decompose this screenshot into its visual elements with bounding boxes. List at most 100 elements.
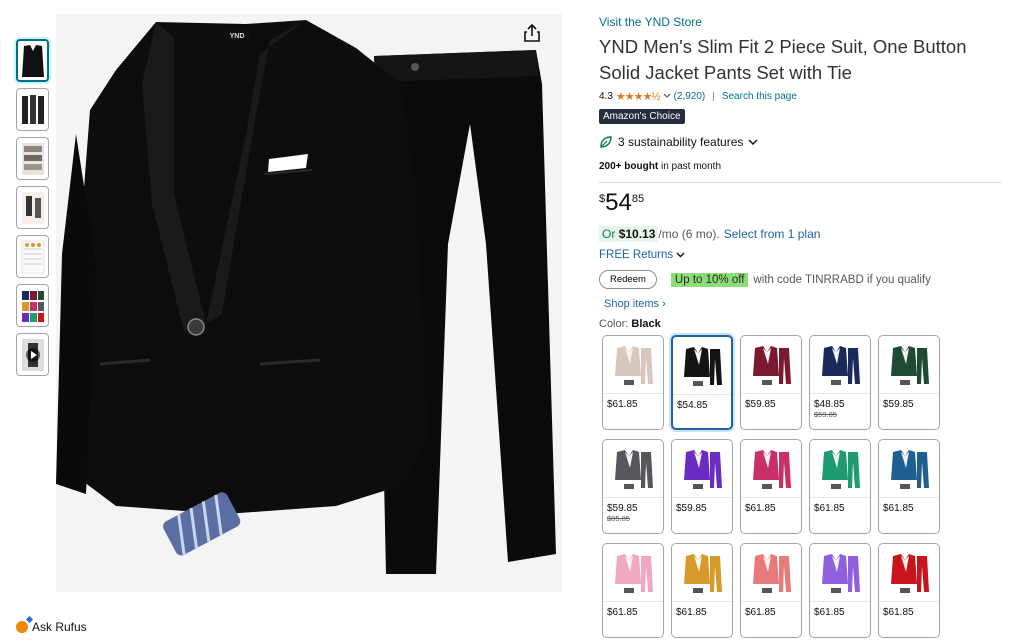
swatch-green[interactable]: $61.85	[809, 439, 871, 534]
brand-label: YND	[230, 33, 245, 40]
suit-swatch-icon	[891, 553, 929, 593]
suit-swatch-icon	[753, 345, 791, 385]
thumb-color-grid[interactable]	[16, 284, 49, 327]
price-fraction: 85	[631, 193, 645, 205]
swatch-image	[810, 440, 870, 498]
swatch-image	[603, 336, 663, 394]
swatch-dark-green[interactable]: $59.85	[878, 335, 940, 430]
suit-swatch-icon	[822, 553, 860, 593]
swatch-old-price: $59.85	[814, 410, 837, 419]
chevron-down-icon	[676, 252, 685, 258]
color-swatches: $61.85 $54.85 $59.85 $48.85 $59.85 $59.85 $59.…	[602, 335, 947, 638]
suit-swatch-icon	[753, 449, 791, 489]
swatch-image	[810, 544, 870, 602]
models-thumb-icon	[21, 94, 44, 124]
ask-rufus-label: Ask Rufus	[32, 620, 87, 634]
thumb-fabric-details[interactable]	[16, 137, 49, 180]
swatch-blue[interactable]: $61.85	[878, 439, 940, 534]
swatch-mustard[interactable]: $61.85	[671, 543, 733, 638]
swatch-lavender[interactable]: $61.85	[809, 543, 871, 638]
size-table-thumb-icon	[21, 240, 44, 273]
color-grid-thumb-icon	[21, 290, 44, 322]
thumbnail-strip	[16, 39, 50, 382]
suit-swatch-icon	[684, 553, 722, 593]
swatch-price: $54.85	[677, 400, 708, 411]
swatch-purple[interactable]: $59.85	[671, 439, 733, 534]
price: $ 54 85	[599, 189, 1001, 219]
monthly-amount: $10.13	[618, 227, 656, 241]
swatch-burgundy[interactable]: $59.85	[740, 335, 802, 430]
sustainability-features[interactable]: 3 sustainability features	[599, 135, 1001, 149]
swatch-price: $48.85	[814, 399, 845, 410]
swatch-navy[interactable]: $48.85 $59.85	[809, 335, 871, 430]
thumb-suit-front[interactable]	[16, 39, 49, 82]
swatch-pink[interactable]: $61.85	[602, 543, 664, 638]
rating-value: 4.3	[599, 90, 613, 102]
rating-count-link[interactable]: (2,920)	[674, 91, 706, 102]
suit-swatch-icon	[822, 449, 860, 489]
suit-swatch-icon	[684, 346, 722, 386]
swatch-price: $59.85	[883, 399, 914, 410]
shop-items-link[interactable]: Shop items ›	[604, 298, 1001, 310]
swatch-image	[741, 336, 801, 394]
suit-swatch-icon	[753, 553, 791, 593]
free-returns[interactable]: FREE Returns	[599, 249, 1001, 261]
swatch-image	[672, 440, 732, 498]
leaf-icon	[600, 136, 612, 148]
share-icon	[524, 24, 540, 42]
ask-rufus-button[interactable]: Ask Rufus	[16, 620, 87, 634]
rufus-icon	[16, 621, 28, 633]
suit-swatch-icon	[822, 345, 860, 385]
monthly-or: Or	[602, 227, 616, 241]
video-thumb-icon	[21, 338, 44, 371]
swatch-black[interactable]: $54.85	[671, 335, 733, 430]
store-link[interactable]: Visit the YND Store	[599, 15, 702, 29]
thumb-size-chart[interactable]	[16, 186, 49, 229]
chevron-down-icon	[748, 138, 758, 145]
thumb-video[interactable]	[16, 333, 49, 376]
redeem-button[interactable]: Redeem	[599, 270, 657, 289]
monthly-rest: /mo (6 mo).	[658, 227, 720, 241]
selected-color: Black	[631, 318, 661, 330]
swatch-gray[interactable]: $59.85 $85.85	[602, 439, 664, 534]
swatch-price: $61.85	[607, 607, 638, 618]
amazons-choice-badge[interactable]: Amazon's Choice	[599, 109, 685, 124]
star-rating-icon[interactable]: ★★★★½	[616, 90, 661, 103]
main-product-image[interactable]: YND	[56, 14, 562, 592]
swatch-image	[672, 544, 732, 602]
fabric-thumb-icon	[21, 142, 44, 175]
swatch-image	[741, 440, 801, 498]
swatch-price: $61.85	[745, 503, 776, 514]
suit-image: YND	[56, 20, 556, 574]
swatch-price: $59.85	[745, 399, 776, 410]
swatch-price: $61.85	[883, 503, 914, 514]
swatch-image	[603, 544, 663, 602]
divider-bar: |	[712, 90, 715, 102]
select-plan-link[interactable]: Select from 1 plan	[724, 227, 821, 241]
thumb-size-table[interactable]	[16, 235, 49, 278]
chevron-down-icon[interactable]	[663, 93, 671, 99]
swatch-red[interactable]: $61.85	[878, 543, 940, 638]
swatch-price: $59.85	[676, 503, 707, 514]
price-whole: 54	[605, 189, 632, 216]
coupon-text: with code TINRRABD if you qualify	[753, 273, 931, 286]
swatch-price: $61.85	[814, 607, 845, 618]
color-label-text: Color:	[599, 318, 629, 330]
suit-swatch-icon	[615, 553, 653, 593]
swatch-beige[interactable]: $61.85	[602, 335, 664, 430]
suit-swatch-icon	[891, 449, 929, 489]
swatch-price: $61.85	[745, 607, 776, 618]
coupon-row: Redeem Up to 10% off with code TINRRABD …	[599, 270, 1001, 289]
swatch-rose[interactable]: $61.85	[740, 439, 802, 534]
swatch-image	[879, 336, 939, 394]
swatch-coral[interactable]: $61.85	[740, 543, 802, 638]
free-returns-label: FREE Returns	[599, 249, 674, 261]
bought-rest: in past month	[658, 161, 721, 172]
swatch-image	[879, 440, 939, 498]
swatch-price: $61.85	[607, 399, 638, 410]
monthly-payment: Or $10.13 /mo (6 mo). Select from 1 plan	[599, 226, 1001, 242]
share-button[interactable]	[524, 24, 550, 50]
size-chart-thumb-icon	[21, 191, 44, 224]
thumb-models[interactable]	[16, 88, 49, 131]
search-page-link[interactable]: Search this page	[722, 91, 797, 102]
